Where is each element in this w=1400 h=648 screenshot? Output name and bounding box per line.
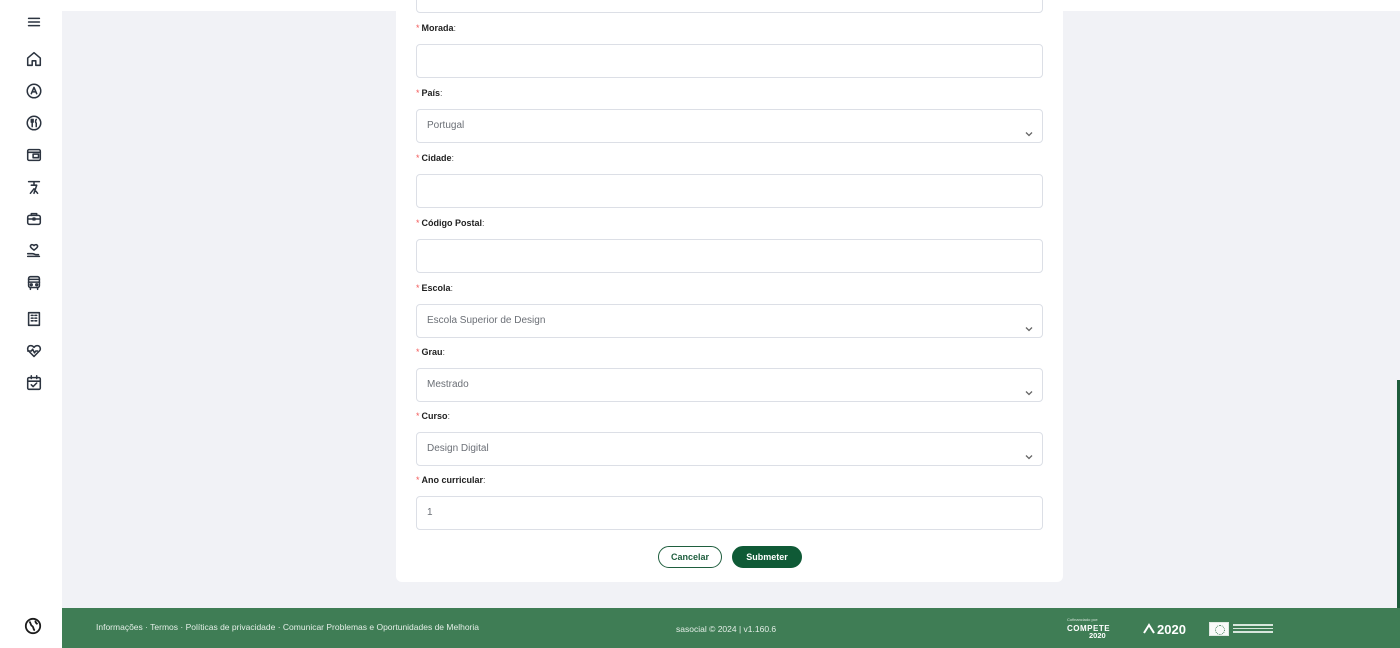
calendar-check-icon[interactable]: [24, 373, 44, 393]
morada-input[interactable]: [416, 44, 1043, 78]
sidebar: [0, 0, 62, 648]
ano-curricular-input[interactable]: 1: [416, 496, 1043, 530]
wallet-icon[interactable]: [24, 145, 44, 165]
care-hand-icon[interactable]: [24, 241, 44, 261]
location-pin-icon[interactable]: [24, 81, 44, 101]
pais-select[interactable]: Portugal: [416, 109, 1043, 143]
escola-label: * Escola:: [416, 283, 454, 293]
home-icon[interactable]: [24, 49, 44, 69]
restaurant-icon[interactable]: [24, 113, 44, 133]
chevron-down-icon: [1024, 444, 1034, 460]
portugal-2020-logo: 2020: [1143, 617, 1199, 641]
footer: Informações · Termos · Políticas de priv…: [62, 608, 1400, 648]
compete-2020-logo: Cofinanciado por: COMPETE 2020: [1067, 617, 1111, 640]
pais-value: Portugal: [427, 120, 465, 131]
grau-label: * Grau:: [416, 347, 446, 357]
briefcase-icon[interactable]: [24, 209, 44, 229]
ano-curricular-label: * Ano curricular:: [416, 475, 486, 485]
eu-flag-logo: [1209, 619, 1273, 639]
morada-label: * Morada:: [416, 23, 457, 33]
bus-icon[interactable]: [24, 273, 44, 293]
health-icon[interactable]: [24, 341, 44, 361]
bike-icon[interactable]: [24, 177, 44, 197]
cidade-input[interactable]: [416, 174, 1043, 208]
form-card: * Morada: * País: Portugal * Cidade: * Códig…: [396, 0, 1063, 582]
codigo-postal-input[interactable]: [416, 239, 1043, 273]
sponsor-logos: Cofinanciado por: COMPETE 2020 2020: [1067, 616, 1273, 642]
grau-select[interactable]: Mestrado: [416, 368, 1043, 402]
curso-label: * Curso:: [416, 411, 451, 421]
previous-field-input[interactable]: [416, 0, 1043, 13]
menu-icon[interactable]: [24, 12, 44, 32]
escola-select[interactable]: Escola Superior de Design: [416, 304, 1043, 338]
submit-button[interactable]: Submeter: [732, 546, 802, 568]
globe-icon[interactable]: [24, 617, 42, 635]
footer-copyright: sasocial © 2024 | v1.160.6: [676, 624, 777, 634]
cidade-label: * Cidade:: [416, 153, 455, 163]
chevron-down-icon: [1024, 380, 1034, 396]
codigo-postal-label: * Código Postal:: [416, 218, 485, 228]
escola-value: Escola Superior de Design: [427, 315, 546, 326]
cancel-button[interactable]: Cancelar: [658, 546, 722, 568]
curso-value: Design Digital: [427, 443, 489, 454]
curso-select[interactable]: Design Digital: [416, 432, 1043, 466]
chevron-down-icon: [1024, 316, 1034, 332]
footer-links[interactable]: Informações · Termos · Políticas de priv…: [96, 623, 516, 632]
building-icon[interactable]: [24, 309, 44, 329]
chevron-down-icon: [1024, 121, 1034, 137]
pais-label: * País:: [416, 88, 443, 98]
grau-value: Mestrado: [427, 379, 469, 390]
